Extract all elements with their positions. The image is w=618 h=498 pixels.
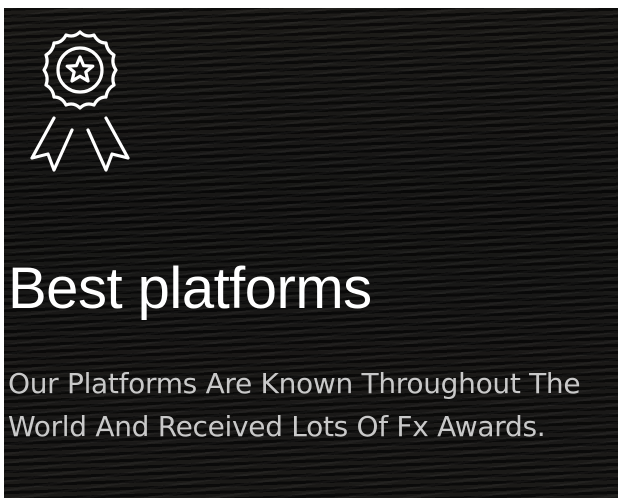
award-ribbon-icon bbox=[30, 30, 130, 172]
feature-card: Best platforms Our Platforms Are Known T… bbox=[4, 8, 618, 498]
card-title: Best platforms bbox=[8, 256, 372, 321]
card-description: Our Platforms Are Known Throughout The W… bbox=[8, 367, 581, 443]
